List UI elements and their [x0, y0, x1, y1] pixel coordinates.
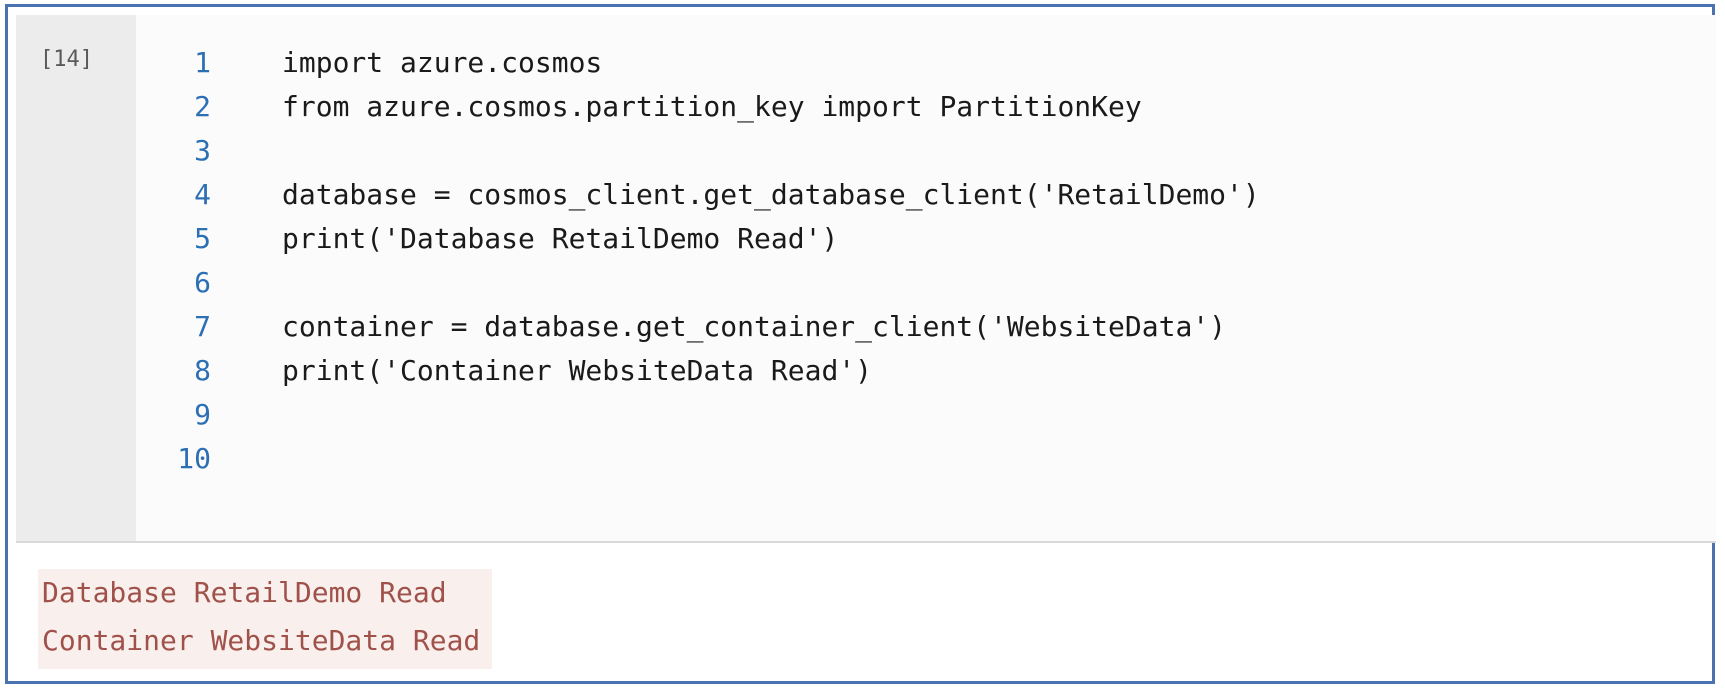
- line-code: from azure.cosmos.partition_key import P…: [282, 90, 1142, 123]
- line-number: 9: [194, 398, 211, 431]
- code-line: 3: [136, 127, 1716, 175]
- cell-output-divider: [16, 541, 1716, 543]
- line-code: database = cosmos_client.get_database_cl…: [282, 178, 1260, 211]
- line-number: 3: [194, 134, 211, 167]
- line-number: 6: [194, 266, 211, 299]
- cell-gutter: [14]: [16, 15, 136, 541]
- code-line: 8 print('Container WebsiteData Read'): [136, 347, 1716, 395]
- line-number: 10: [177, 442, 211, 475]
- code-line: 5 print('Database RetailDemo Read'): [136, 215, 1716, 263]
- code-editor[interactable]: 1 import azure.cosmos 2 from azure.cosmo…: [136, 15, 1716, 541]
- code-line: 4 database = cosmos_client.get_database_…: [136, 171, 1716, 219]
- code-line: 7 container = database.get_container_cli…: [136, 303, 1716, 351]
- execution-count: [14]: [40, 47, 93, 72]
- line-number: 2: [194, 90, 211, 123]
- code-line: 1 import azure.cosmos: [136, 39, 1716, 87]
- line-code: import azure.cosmos: [282, 46, 603, 79]
- line-number: 7: [194, 310, 211, 343]
- line-number: 4: [194, 178, 211, 211]
- line-code: print('Database RetailDemo Read'): [282, 222, 839, 255]
- line-number: 5: [194, 222, 211, 255]
- notebook-cell-frame: [14] 1 import azure.cosmos 2 from azure.…: [5, 4, 1716, 684]
- line-number: 8: [194, 354, 211, 387]
- code-line: 2 from azure.cosmos.partition_key import…: [136, 83, 1716, 131]
- code-line: 9: [136, 391, 1716, 439]
- code-line: 6: [136, 259, 1716, 307]
- code-line: 10: [136, 435, 1716, 483]
- code-cell[interactable]: [14] 1 import azure.cosmos 2 from azure.…: [16, 15, 1716, 541]
- line-number: 1: [194, 46, 211, 79]
- cell-output: Database RetailDemo Read Container Websi…: [38, 569, 493, 669]
- output-line: Database RetailDemo Read: [42, 576, 447, 609]
- output-line: Container WebsiteData Read: [42, 624, 481, 657]
- line-code: print('Container WebsiteData Read'): [282, 354, 873, 387]
- line-code: container = database.get_container_clien…: [282, 310, 1227, 343]
